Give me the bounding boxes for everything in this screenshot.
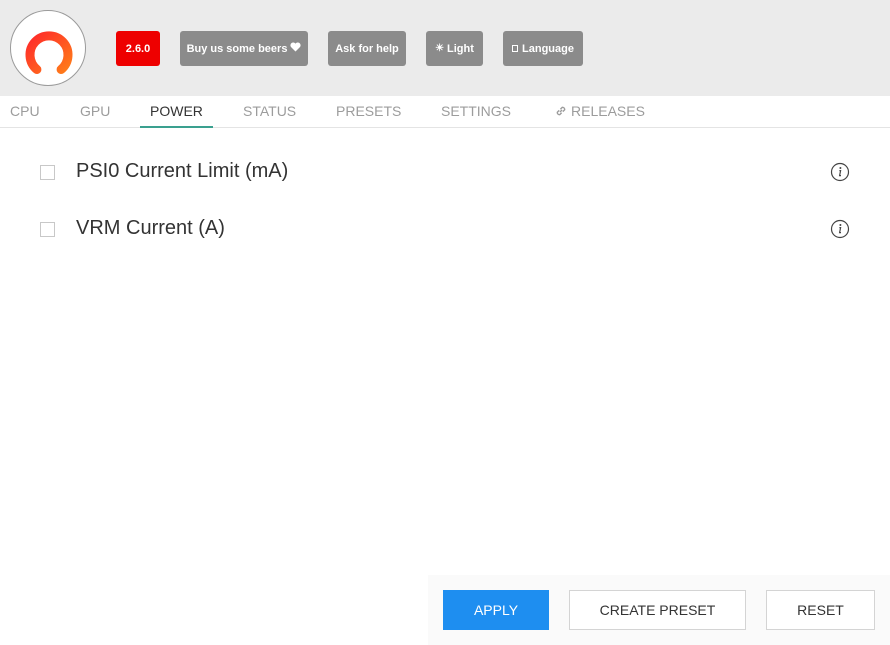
ask-for-help-label: Ask for help — [335, 42, 399, 55]
setting-label: VRM Current (A) — [76, 217, 225, 239]
tab-presets[interactable]: PRESETS — [336, 96, 401, 128]
reset-button[interactable]: RESET — [766, 590, 875, 630]
square-icon — [512, 45, 519, 52]
sun-icon: ☀ — [435, 43, 445, 54]
tab-label: STATUS — [243, 103, 297, 119]
tab-label: POWER — [150, 103, 203, 119]
psi0-current-limit-checkbox[interactable] — [40, 165, 55, 180]
theme-toggle-button[interactable]: ☀ Light — [426, 31, 483, 66]
version-label: 2.6.0 — [125, 42, 151, 55]
tab-releases[interactable]: RELEASES — [554, 96, 645, 128]
power-setting-row: VRM Current (A) — [0, 209, 890, 249]
tab-power[interactable]: POWER — [140, 96, 213, 128]
tab-label: GPU — [80, 103, 111, 119]
language-label: Language — [522, 42, 574, 55]
app-logo-icon[interactable] — [10, 10, 86, 86]
theme-label: Light — [447, 42, 474, 55]
create-preset-label: CREATE PRESET — [599, 602, 716, 618]
power-setting-row: PSI0 Current Limit (mA) — [0, 152, 890, 192]
top-bar: 2.6.0 Buy us some beers Ask for help ☀ L… — [0, 0, 890, 96]
language-button[interactable]: Language — [503, 31, 583, 66]
tab-settings[interactable]: SETTINGS — [441, 96, 511, 128]
tab-label: SETTINGS — [441, 103, 512, 119]
tab-gpu[interactable]: GPU — [80, 96, 110, 128]
apply-label: APPLY — [473, 602, 519, 618]
tab-label: CPU — [10, 103, 40, 119]
version-badge[interactable]: 2.6.0 — [116, 31, 160, 66]
vrm-current-checkbox[interactable] — [40, 222, 55, 237]
info-icon[interactable] — [830, 162, 850, 182]
heart-icon — [290, 42, 302, 55]
tab-bar: CPU GPU POWER STATUS PRESETS SETTINGS RE… — [0, 96, 890, 128]
tab-label: RELEASES — [571, 103, 645, 119]
setting-label: PSI0 Current Limit (mA) — [76, 160, 289, 182]
apply-button[interactable]: APPLY — [443, 590, 549, 630]
buy-beers-button[interactable]: Buy us some beers — [180, 31, 308, 66]
link-icon — [554, 98, 568, 128]
create-preset-button[interactable]: CREATE PRESET — [569, 590, 746, 630]
buy-beers-label: Buy us some beers — [186, 42, 288, 55]
tab-status[interactable]: STATUS — [243, 96, 296, 128]
tab-label: PRESETS — [336, 103, 402, 119]
reset-label: RESET — [797, 602, 844, 618]
action-bar: APPLY CREATE PRESET RESET — [428, 575, 890, 645]
info-icon[interactable] — [830, 219, 850, 239]
ask-for-help-button[interactable]: Ask for help — [328, 31, 406, 66]
tab-cpu[interactable]: CPU — [10, 96, 40, 128]
